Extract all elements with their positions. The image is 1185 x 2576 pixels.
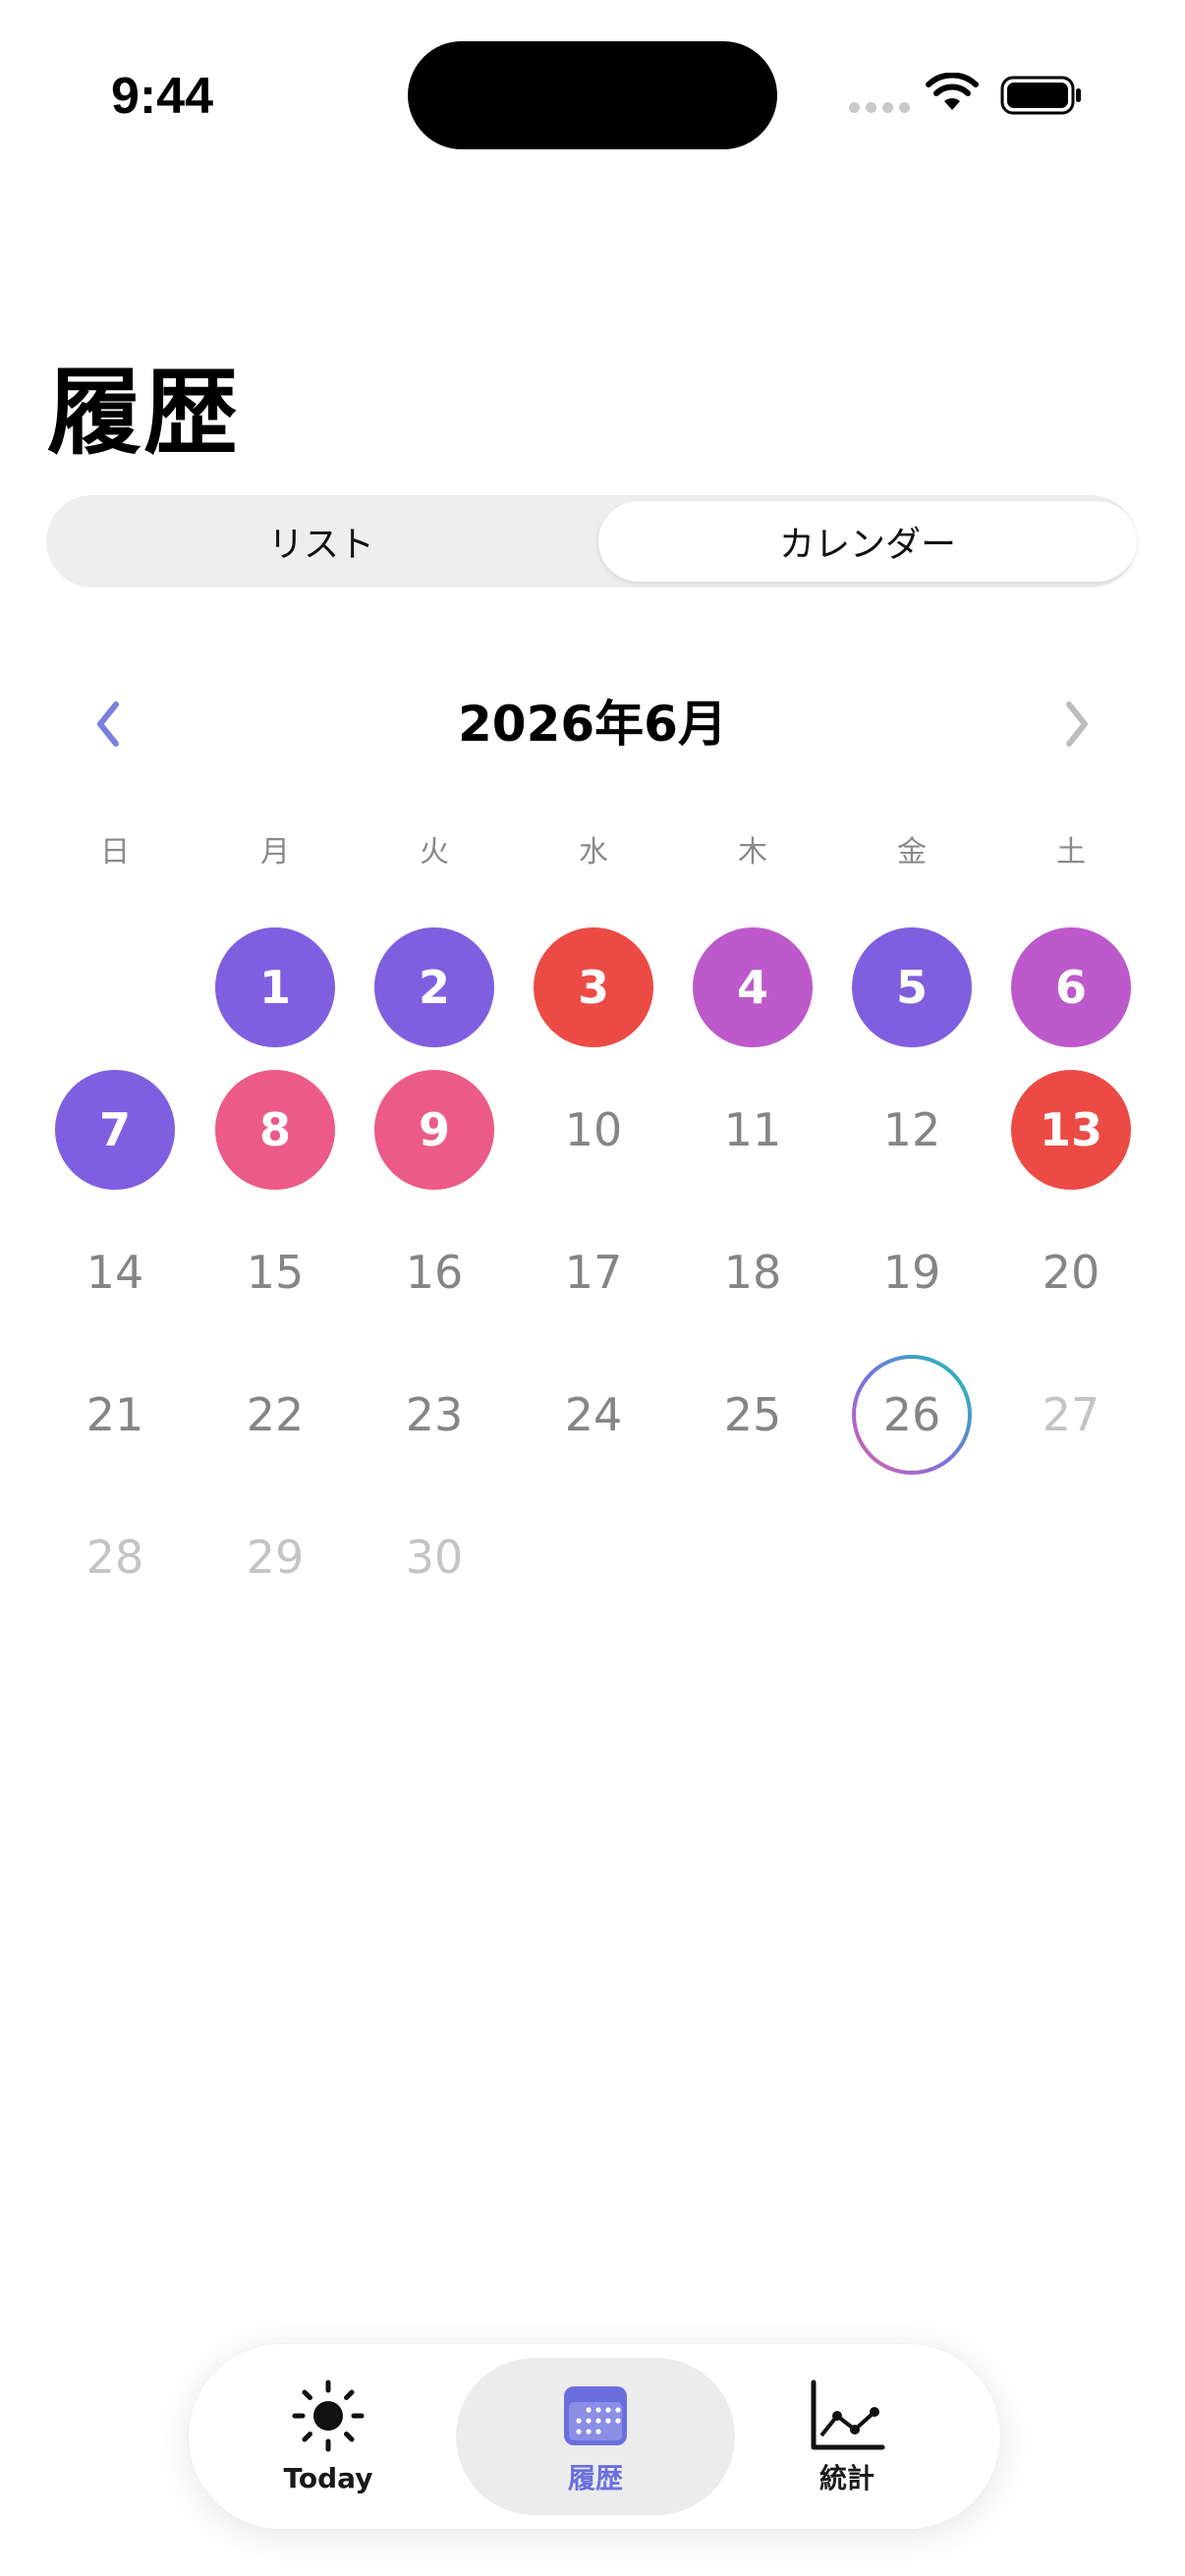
- day-cell-2[interactable]: 2: [374, 927, 494, 1047]
- day-cell-15[interactable]: 15: [215, 1212, 335, 1332]
- day-cell-17[interactable]: 17: [534, 1212, 653, 1332]
- day-cell-12[interactable]: 12: [852, 1070, 972, 1190]
- day-cell-9[interactable]: 9: [374, 1070, 494, 1190]
- sun-icon: [292, 2380, 365, 2452]
- day-cell-10[interactable]: 10: [534, 1070, 653, 1190]
- tab-today[interactable]: Today: [189, 2358, 468, 2515]
- day-cell-7[interactable]: 7: [55, 1070, 175, 1190]
- day-cell-28[interactable]: 28: [55, 1497, 175, 1617]
- calendar-icon: [564, 2386, 627, 2445]
- tab-history[interactable]: 履歴: [456, 2358, 735, 2515]
- day-cell-29[interactable]: 29: [215, 1497, 335, 1617]
- day-cell-1[interactable]: 1: [215, 927, 335, 1047]
- tab-stats[interactable]: 統計: [707, 2358, 987, 2515]
- day-cell-23[interactable]: 23: [374, 1355, 494, 1475]
- day-cell-26[interactable]: 26: [852, 1355, 972, 1475]
- day-cell-19[interactable]: 19: [852, 1212, 972, 1332]
- tab-history-label: 履歴: [567, 2462, 623, 2494]
- day-cell-8[interactable]: 8: [215, 1070, 335, 1190]
- tab-bar: Today 履歴 統計: [189, 2344, 1000, 2529]
- day-cell-11[interactable]: 11: [693, 1070, 813, 1190]
- day-cell-25[interactable]: 25: [693, 1355, 813, 1475]
- day-cell-4[interactable]: 4: [693, 927, 813, 1047]
- day-cell-16[interactable]: 16: [374, 1212, 494, 1332]
- day-cell-14[interactable]: 14: [55, 1212, 175, 1332]
- day-cell-21[interactable]: 21: [55, 1355, 175, 1475]
- day-cell-27[interactable]: 27: [1011, 1355, 1131, 1475]
- tab-stats-label: 統計: [818, 2462, 875, 2494]
- day-cell-3[interactable]: 3: [534, 927, 653, 1047]
- day-cell-18[interactable]: 18: [693, 1212, 813, 1332]
- chart-line-icon: [811, 2380, 885, 2450]
- day-cell-22[interactable]: 22: [215, 1355, 335, 1475]
- day-cell-5[interactable]: 5: [852, 927, 972, 1047]
- calendar-grid: 1 2 3 4 5 6 7 8 9 10 11 12 13 14 15 16 17 18 19 20 21 22 23 24 2…: [0, 0, 1185, 1670]
- day-cell-20[interactable]: 20: [1011, 1212, 1131, 1332]
- day-cell-30[interactable]: 30: [374, 1497, 494, 1617]
- day-cell-13[interactable]: 13: [1011, 1070, 1131, 1190]
- tab-today-label: Today: [283, 2462, 373, 2494]
- day-cell-24[interactable]: 24: [534, 1355, 653, 1475]
- day-cell-6[interactable]: 6: [1011, 927, 1131, 1047]
